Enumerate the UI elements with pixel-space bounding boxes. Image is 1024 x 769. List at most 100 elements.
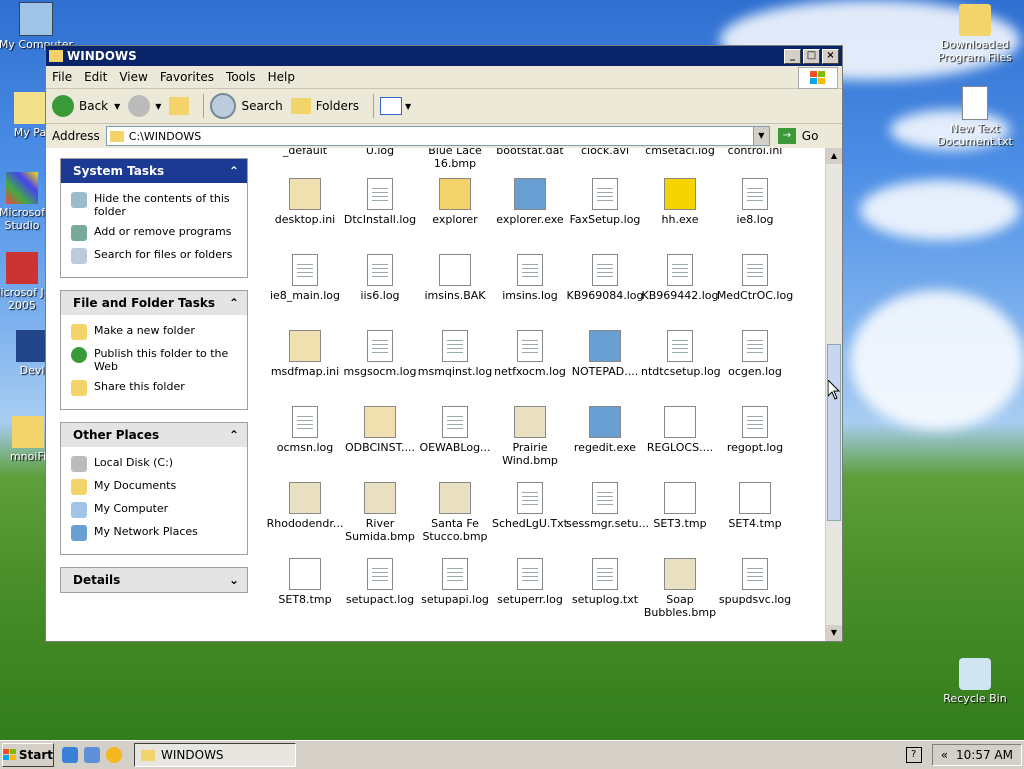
file-item[interactable]: msdfmap.ini — [266, 330, 344, 378]
file-item[interactable]: NOTEPAD.... — [566, 330, 644, 378]
file-item[interactable]: clock.avi — [566, 148, 644, 157]
file-item[interactable]: Santa Fe Stucco.bmp — [416, 482, 494, 543]
local-disk-link[interactable]: Local Disk (C:) — [71, 456, 239, 472]
desktop-icon-downloaded-program-files[interactable]: Downloaded Program Files — [937, 4, 1013, 64]
close-button[interactable]: × — [822, 48, 839, 64]
file-item[interactable]: DtcInstall.log — [341, 178, 419, 226]
file-item[interactable]: iis6.log — [341, 254, 419, 302]
file-item[interactable]: hh.exe — [641, 178, 719, 226]
menu-favorites[interactable]: Favorites — [154, 70, 220, 84]
file-item[interactable]: cmsetacl.log — [641, 148, 719, 157]
scroll-up-button[interactable]: ▲ — [826, 148, 842, 164]
file-item[interactable]: spupdsvc.log — [716, 558, 794, 606]
file-item[interactable]: SET8.tmp — [266, 558, 344, 606]
forward-button[interactable]: ▼ — [128, 95, 161, 117]
make-folder-link[interactable]: Make a new folder — [71, 324, 239, 340]
minimize-button[interactable]: _ — [784, 48, 801, 64]
file-item[interactable]: sessmgr.setu... — [566, 482, 649, 530]
file-item[interactable]: bootstat.dat — [491, 148, 569, 157]
file-item[interactable]: msgsocm.log — [341, 330, 419, 378]
file-item[interactable]: setupact.log — [341, 558, 419, 606]
desktop-icon-my-computer[interactable]: My Computer — [0, 2, 74, 51]
explorer-window[interactable]: WINDOWS _ □ × File Edit View Favorites T… — [45, 45, 843, 642]
file-item[interactable]: MedCtrOC.log — [716, 254, 794, 302]
file-item[interactable]: KB969442.log — [641, 254, 719, 302]
share-folder-link[interactable]: Share this folder — [71, 380, 239, 396]
file-item[interactable]: Blue Lace 16.bmp — [416, 148, 494, 170]
menu-view[interactable]: View — [113, 70, 153, 84]
file-item[interactable]: setuperr.log — [491, 558, 569, 606]
clock-area[interactable]: « 10:57 AM — [931, 744, 1022, 766]
file-item[interactable]: setupapi.log — [416, 558, 494, 606]
menu-file[interactable]: File — [46, 70, 78, 84]
folders-button[interactable]: Folders — [290, 98, 359, 114]
views-button[interactable]: ▼ — [380, 97, 411, 115]
back-button[interactable]: Back ▼ — [52, 95, 120, 117]
start-button[interactable]: Start — [2, 743, 54, 767]
title-bar[interactable]: WINDOWS _ □ × — [46, 46, 842, 66]
help-icon[interactable]: ? — [905, 747, 922, 763]
file-folder-tasks-header[interactable]: File and Folder Tasks ⌃ — [61, 291, 247, 315]
file-item[interactable]: Rhododendr... — [266, 482, 344, 530]
file-item[interactable]: _default — [266, 148, 344, 157]
address-input[interactable]: C:\WINDOWS ▼ — [105, 126, 770, 146]
system-tasks-header[interactable]: System Tasks ⌃ — [61, 159, 247, 183]
file-item[interactable]: Soap Bubbles.bmp — [641, 558, 719, 619]
file-item[interactable]: setuplog.txt — [566, 558, 644, 606]
menu-edit[interactable]: Edit — [78, 70, 113, 84]
other-places-header[interactable]: Other Places ⌃ — [61, 423, 247, 447]
file-item[interactable]: ntdtcsetup.log — [641, 330, 721, 378]
search-button[interactable]: Search — [210, 93, 283, 119]
go-button[interactable]: → Go — [777, 128, 818, 144]
taskbar-item-windows[interactable]: WINDOWS — [134, 743, 296, 767]
address-dropdown[interactable]: ▼ — [752, 127, 769, 145]
file-item[interactable]: KB969084.log — [566, 254, 644, 302]
explorer-icon[interactable] — [84, 747, 100, 763]
my-computer-link[interactable]: My Computer — [71, 502, 239, 518]
desktop-icon-recycle-bin[interactable]: Recycle Bin — [937, 658, 1013, 705]
file-item[interactable]: ie8_main.log — [266, 254, 344, 302]
file-item[interactable]: imsins.BAK — [416, 254, 494, 302]
file-item[interactable]: netfxocm.log — [491, 330, 569, 378]
file-item[interactable]: SchedLgU.Txt — [491, 482, 569, 530]
my-network-places-link[interactable]: My Network Places — [71, 525, 239, 541]
file-item[interactable]: SET4.tmp — [716, 482, 794, 530]
publish-web-link[interactable]: Publish this folder to the Web — [71, 347, 239, 373]
file-item[interactable]: FaxSetup.log — [566, 178, 644, 226]
details-header[interactable]: Details ⌄ — [61, 568, 247, 592]
scroll-thumb[interactable] — [827, 344, 841, 521]
media-player-icon[interactable] — [106, 747, 122, 763]
file-item[interactable]: U.log — [341, 148, 419, 157]
ie-icon[interactable] — [62, 747, 78, 763]
file-item[interactable]: explorer — [416, 178, 494, 226]
file-item[interactable]: REGLOCS.... — [641, 406, 719, 454]
file-item[interactable]: ocgen.log — [716, 330, 794, 378]
file-item[interactable]: River Sumida.bmp — [341, 482, 419, 543]
file-item[interactable]: explorer.exe — [491, 178, 569, 226]
my-documents-link[interactable]: My Documents — [71, 479, 239, 495]
menu-help[interactable]: Help — [262, 70, 301, 84]
file-item[interactable]: regopt.log — [716, 406, 794, 454]
file-item[interactable]: regedit.exe — [566, 406, 644, 454]
menu-tools[interactable]: Tools — [220, 70, 262, 84]
file-item[interactable]: ocmsn.log — [266, 406, 344, 454]
file-item[interactable]: ie8.log — [716, 178, 794, 226]
file-item[interactable]: Prairie Wind.bmp — [491, 406, 569, 467]
file-item[interactable]: ODBCINST.... — [341, 406, 419, 454]
scroll-down-button[interactable]: ▼ — [826, 625, 842, 641]
file-item[interactable]: SET3.tmp — [641, 482, 719, 530]
file-item[interactable]: imsins.log — [491, 254, 569, 302]
file-name: ODBCINST.... — [344, 441, 416, 454]
hide-contents-link[interactable]: Hide the contents of this folder — [71, 192, 239, 218]
file-item[interactable]: control.ini — [716, 148, 794, 157]
file-item[interactable]: desktop.ini — [266, 178, 344, 226]
desktop-icon-new-text-document[interactable]: New Text Document.txt — [937, 86, 1013, 148]
up-button[interactable] — [169, 97, 190, 115]
file-item[interactable]: msmqinst.log — [416, 330, 494, 378]
tray-expand-button[interactable]: « — [941, 748, 948, 762]
file-item[interactable]: OEWABLog... — [416, 406, 494, 454]
search-files-link[interactable]: Search for files or folders — [71, 248, 239, 264]
file-name: Rhododendr... — [266, 517, 344, 530]
add-remove-programs-link[interactable]: Add or remove programs — [71, 225, 239, 241]
maximize-button[interactable]: □ — [803, 48, 820, 64]
